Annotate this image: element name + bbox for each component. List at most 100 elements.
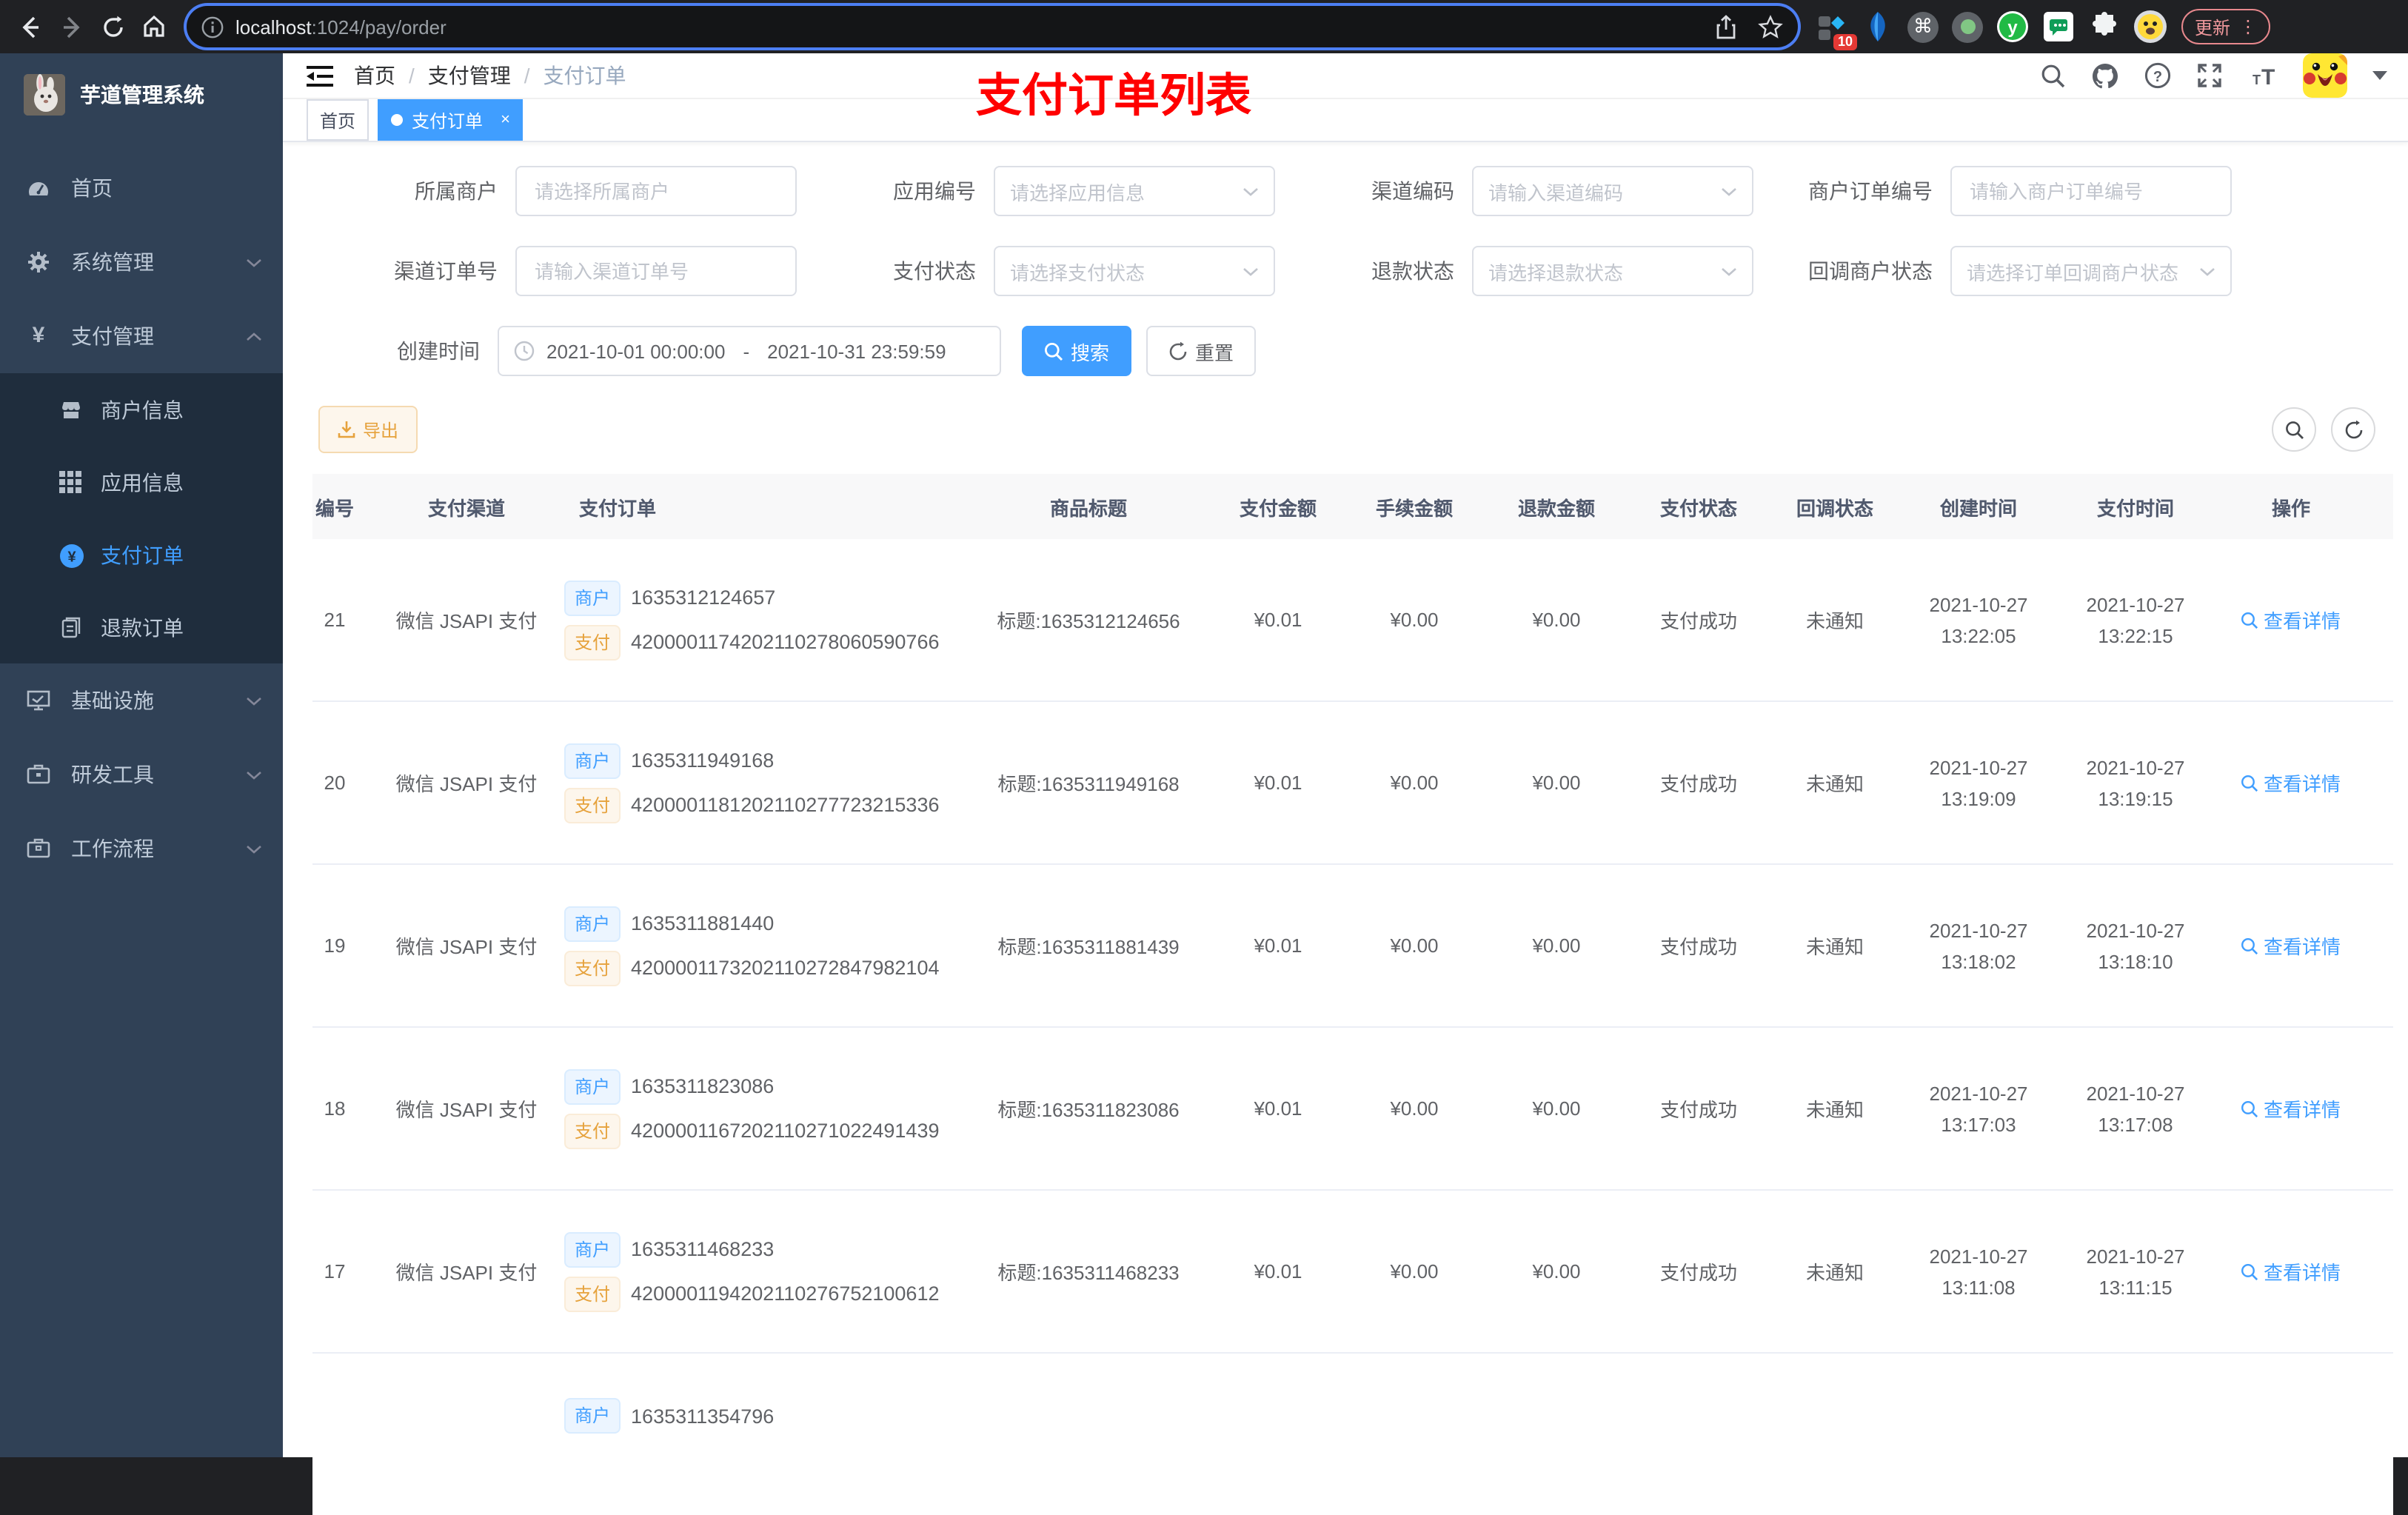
magnifier-icon	[2241, 1263, 2259, 1280]
sidebar-item-workflow[interactable]: 工作流程	[0, 812, 283, 886]
tag-home[interactable]: 首页	[307, 99, 369, 141]
bookmark-star-icon[interactable]	[1758, 14, 1783, 39]
reset-button[interactable]: 重置	[1146, 326, 1257, 376]
app-select[interactable]: 请选择应用信息	[994, 166, 1275, 216]
sidebar-item-infra[interactable]: 基础设施	[0, 663, 283, 738]
briefcase-icon	[27, 837, 50, 860]
chrome-update-button[interactable]: 更新 ⋮	[2181, 9, 2271, 44]
fullscreen-icon[interactable]	[2196, 62, 2223, 89]
extension-y-icon[interactable]: y	[1996, 10, 2029, 43]
sidebar-item-refund-order[interactable]: 退款订单	[0, 591, 283, 663]
pay-chip: 支付	[564, 787, 621, 823]
refresh-icon	[2344, 420, 2362, 438]
filter-label-pay-status: 支付状态	[893, 259, 976, 283]
github-icon[interactable]	[2091, 61, 2119, 90]
view-detail-link[interactable]: 查看详情	[2241, 1094, 2341, 1123]
header-search-icon[interactable]	[2041, 63, 2066, 88]
magnifier-icon	[2241, 937, 2259, 954]
extensions-puzzle-icon[interactable]	[2088, 10, 2121, 43]
coin-yen-icon: ¥	[59, 543, 84, 567]
user-avatar[interactable]	[2303, 53, 2347, 98]
toggle-search-button[interactable]	[2272, 407, 2316, 452]
created-time-range-picker[interactable]: 2021-10-01 00:00:00 - 2021-10-31 23:59:5…	[498, 326, 1001, 376]
font-size-icon[interactable]: TT	[2248, 64, 2278, 87]
channel-order-no-input[interactable]	[532, 258, 780, 284]
clock-icon	[514, 341, 535, 361]
chevron-down-icon	[246, 695, 262, 706]
monitor-icon	[27, 689, 50, 712]
extension-badge: 10	[1833, 34, 1857, 50]
sidebar-item-home[interactable]: 首页	[0, 151, 283, 225]
chevron-down-icon	[1721, 266, 1737, 276]
tags-view-bar: 首页 支付订单 ×	[283, 99, 2408, 142]
sidebar-item-pay-order[interactable]: ¥ 支付订单	[0, 518, 283, 591]
breadcrumb-home[interactable]: 首页	[354, 61, 395, 90]
channel-code-select[interactable]: 请输入渠道编码	[1472, 166, 1753, 216]
app-title: 芋道管理系统	[80, 83, 204, 107]
merchant-chip: 商户	[564, 1068, 621, 1104]
extension-spinnaker-icon[interactable]	[1862, 10, 1894, 43]
browser-forward-button[interactable]	[50, 6, 92, 47]
download-icon	[338, 421, 355, 438]
collapse-sidebar-button[interactable]	[307, 64, 333, 87]
sidebar-logo-row[interactable]: 芋道管理系统	[0, 53, 283, 136]
pay-chip: 支付	[564, 1113, 621, 1148]
browser-back-button[interactable]	[9, 6, 50, 47]
date-end: 2021-10-31 23:59:59	[767, 340, 946, 362]
breadcrumb-section[interactable]: 支付管理	[428, 61, 511, 90]
date-start: 2021-10-01 00:00:00	[546, 340, 726, 362]
breadcrumb-current: 支付订单	[543, 64, 626, 87]
extension-grey-green-icon[interactable]	[1952, 11, 1983, 42]
merchant-chip: 商户	[564, 743, 621, 778]
svg-text:?: ?	[2153, 69, 2162, 85]
extension-command-icon[interactable]: ⌘	[1907, 11, 1939, 42]
sidebar-item-pay[interactable]: ¥ 支付管理	[0, 299, 283, 373]
svg-text:T: T	[2253, 73, 2261, 87]
browser-reload-button[interactable]	[92, 6, 133, 47]
site-info-icon[interactable]	[201, 16, 224, 38]
update-label: 更新	[2195, 17, 2231, 38]
svg-text:¥: ¥	[67, 549, 76, 565]
chrome-menu-icon[interactable]: ⋮	[2239, 18, 2257, 36]
view-detail-link[interactable]: 查看详情	[2241, 606, 2341, 634]
sidebar-item-merchant-info[interactable]: 商户信息	[0, 373, 283, 446]
export-button[interactable]: 导出	[318, 406, 418, 453]
sidebar-item-system[interactable]: 系统管理	[0, 225, 283, 299]
refresh-table-button[interactable]	[2331, 407, 2375, 452]
help-icon[interactable]: ?	[2144, 62, 2171, 89]
tag-pay-order[interactable]: 支付订单 ×	[378, 99, 524, 141]
merchant-order-no-field[interactable]	[1950, 166, 2232, 216]
back-icon	[21, 16, 38, 38]
browser-home-button[interactable]	[133, 6, 175, 47]
merchant-order-no-input[interactable]	[1967, 178, 2215, 204]
red-annotation-title: 支付订单列表	[976, 70, 1251, 121]
profile-emoji-avatar[interactable]	[2134, 10, 2167, 43]
avatar-caret-icon[interactable]	[2372, 71, 2387, 80]
table-row: 18 微信 JSAPI 支付 商户 1635311823086 支付 4200001…	[312, 1028, 2393, 1191]
callback-status-select[interactable]: 请选择订单回调商户状态	[1950, 246, 2232, 296]
search-button[interactable]: 搜索	[1022, 326, 1132, 376]
chevron-down-icon	[246, 843, 262, 854]
sidebar: 芋道管理系统 首页 系统管理 ¥ 支付管理 商户信息 应用信息 ¥ 支付订单 退…	[0, 53, 283, 1457]
url-text: localhost:1024/pay/order	[235, 16, 447, 38]
orders-table: 编号 支付渠道 支付订单 商品标题 支付金额 手续金额 退款金额 支付状态 回调…	[312, 474, 2393, 1515]
address-bar[interactable]: localhost:1024/pay/order	[187, 6, 1798, 47]
share-icon[interactable]	[1715, 14, 1737, 39]
tag-close-icon[interactable]: ×	[501, 111, 510, 129]
pay-status-select[interactable]: 请选择支付状态	[994, 246, 1275, 296]
table-row-partial: 商户 1635311354796	[312, 1354, 2393, 1515]
filter-label-owner: 所属商户	[415, 179, 498, 203]
view-detail-link[interactable]: 查看详情	[2241, 1257, 2341, 1285]
pay-chip: 支付	[564, 624, 621, 660]
extension-chat-icon[interactable]	[2042, 10, 2075, 43]
sidebar-item-app-info[interactable]: 应用信息	[0, 446, 283, 518]
owner-input[interactable]	[532, 178, 780, 204]
owner-select[interactable]	[515, 166, 797, 216]
app-logo	[24, 74, 65, 116]
extension-tag-manager-icon[interactable]: 10	[1816, 10, 1857, 50]
view-detail-link[interactable]: 查看详情	[2241, 769, 2341, 797]
channel-order-no-field[interactable]	[515, 246, 797, 296]
sidebar-item-devtools[interactable]: 研发工具	[0, 738, 283, 812]
view-detail-link[interactable]: 查看详情	[2241, 932, 2341, 960]
refund-status-select[interactable]: 请选择退款状态	[1472, 246, 1753, 296]
